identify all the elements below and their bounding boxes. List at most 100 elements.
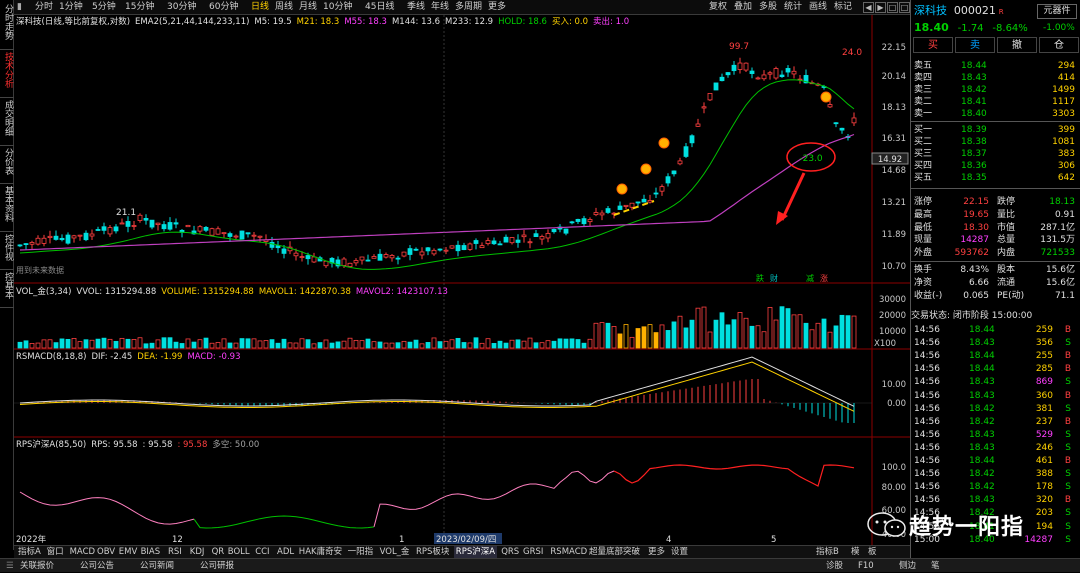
event-flag[interactable]: 减	[806, 273, 814, 283]
candle-body	[743, 62, 749, 71]
volume-bar	[29, 343, 35, 349]
tool-tab[interactable]: 叠加	[731, 0, 755, 15]
tool-tab[interactable]: 统计	[781, 0, 805, 15]
trade-button[interactable]: 撤	[997, 37, 1037, 53]
candle-body	[413, 248, 419, 251]
stat-row: 外盘 593762 内盘 721533	[911, 247, 1080, 263]
sector-button[interactable]: 元器件	[1037, 4, 1077, 19]
left-tab[interactable]: 控件视	[1, 234, 13, 261]
dif-line	[19, 356, 855, 407]
period-tab[interactable]: 分时	[32, 0, 56, 15]
tick-volume: 320	[1035, 495, 1053, 506]
status-link[interactable]: 公司新闻	[140, 559, 174, 573]
tick-time: 14:56	[914, 377, 940, 388]
volume-bar	[83, 339, 89, 349]
left-tab[interactable]: 分价表	[1, 148, 13, 175]
period-tab[interactable]: 15分钟	[122, 0, 157, 15]
left-tab[interactable]: 分时走势	[1, 4, 13, 40]
order-book-row: 买二 18.38 1081	[911, 136, 1080, 148]
status-link[interactable]: 公司研报	[200, 559, 234, 573]
tool-tab[interactable]: 复权	[706, 0, 730, 15]
status-right-item[interactable]: 侧边	[899, 559, 916, 573]
period-tab[interactable]: 1分钟	[56, 0, 86, 15]
candle-body	[407, 248, 413, 255]
status-link[interactable]: 关联报价	[20, 559, 54, 573]
left-tab-divider	[0, 145, 14, 146]
window-button[interactable]: ◀	[863, 2, 874, 13]
book-price: 18.41	[961, 97, 987, 107]
status-bar: ☰ 关联报价 公司公告 公司新闻 公司研报 诊股 F10 侧边 笔	[0, 558, 1080, 572]
status-link[interactable]: 公司公告	[80, 559, 114, 573]
volume-bar	[17, 341, 23, 349]
tick-side: S	[1065, 377, 1071, 388]
chart-area[interactable]: 22.15 20.14 18.13 16.31 14.68 13.21 11.89 10.70…	[14, 15, 910, 545]
tick-volume: 178	[1035, 482, 1053, 493]
tool-tab[interactable]: 多股	[756, 0, 780, 15]
left-tab[interactable]: 控基本	[1, 272, 13, 299]
period-tab[interactable]: 更多	[485, 0, 509, 15]
book-level: 买二	[914, 137, 933, 147]
period-tab[interactable]: 月线	[296, 0, 320, 15]
period-tab[interactable]: 10分钟	[320, 0, 355, 15]
event-flag[interactable]: 涨	[820, 273, 828, 283]
period-tab[interactable]: 60分钟	[206, 0, 241, 15]
volume-bar	[59, 338, 65, 349]
tick-row: 14:56 18.42 178 S	[911, 481, 1080, 493]
window-button[interactable]: □	[887, 2, 898, 13]
trade-button[interactable]: 买	[913, 37, 953, 53]
window-button[interactable]: □	[899, 2, 910, 13]
volume-bar	[23, 340, 29, 349]
trade-button[interactable]: 仓	[1039, 37, 1079, 53]
window-controls: ◀ ▶ □ □	[861, 0, 911, 15]
watermark-text: 趋势一阳指	[909, 515, 1025, 540]
tick-volume: 356	[1035, 338, 1053, 349]
stat-label: 净资	[914, 277, 933, 288]
event-flag[interactable]: 跌	[756, 273, 764, 283]
tick-time: 14:56	[914, 495, 940, 506]
volume-bar	[383, 342, 389, 349]
tick-time: 14:56	[914, 416, 940, 427]
tick-volume: 255	[1035, 351, 1053, 362]
period-tab[interactable]: 30分钟	[164, 0, 199, 15]
volume-bar	[65, 338, 71, 349]
period-tab[interactable]: 季线	[404, 0, 428, 15]
volume-bar	[815, 322, 821, 349]
menu-icon[interactable]: ▮	[14, 0, 25, 15]
event-flag[interactable]: 财	[770, 273, 778, 283]
candle-body	[305, 255, 311, 260]
y-tick-label: 16.31	[882, 134, 906, 144]
status-menu-icon[interactable]: ☰	[6, 559, 14, 573]
kline-chart[interactable]: 22.15 20.14 18.13 16.31 14.68 13.21 11.89 10.70…	[14, 15, 910, 545]
status-right-item[interactable]: F10	[858, 559, 874, 573]
candle-body	[545, 233, 551, 239]
candle-body	[227, 233, 233, 237]
status-right-item[interactable]: 诊股	[826, 559, 843, 573]
order-book-row: 卖四 18.43 414	[911, 72, 1080, 84]
left-tab[interactable]: 基本资料	[1, 186, 13, 222]
status-right-item[interactable]: 笔	[931, 559, 940, 573]
volume-bar	[47, 339, 53, 349]
candle-body	[383, 254, 389, 258]
volume-bar	[821, 318, 827, 349]
trade-button[interactable]: 卖	[955, 37, 995, 53]
period-tab[interactable]: 多周期	[452, 0, 485, 15]
period-tab[interactable]: 5分钟	[89, 0, 119, 15]
volume-bar	[401, 340, 407, 349]
volume-bar	[119, 337, 125, 349]
left-tab[interactable]: 成交明细	[1, 100, 13, 136]
candle-body	[125, 221, 131, 227]
tool-tab[interactable]: 标记	[831, 0, 855, 15]
volume-bar	[173, 341, 179, 349]
period-tab[interactable]: 年线	[428, 0, 452, 15]
period-tab[interactable]: 45日线	[362, 0, 397, 15]
window-button[interactable]: ▶	[875, 2, 886, 13]
candle-body	[515, 239, 521, 243]
indicator-value: VOLUME: 1315294.88	[161, 287, 254, 297]
period-tab[interactable]: 日线	[248, 0, 272, 15]
tool-tab[interactable]: 画线	[806, 0, 830, 15]
candle-body	[47, 235, 53, 238]
candle-body	[215, 228, 221, 235]
book-divider	[911, 188, 1080, 189]
period-tab[interactable]: 周线	[272, 0, 296, 15]
left-tab[interactable]: 技术分析	[1, 52, 13, 88]
